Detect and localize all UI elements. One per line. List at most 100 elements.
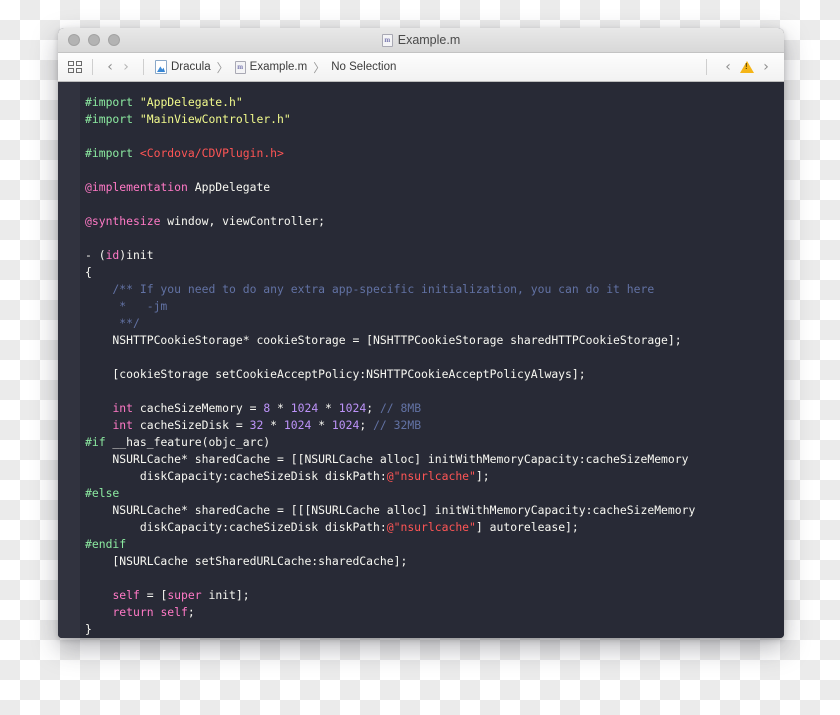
window-title: Example.m xyxy=(398,33,461,47)
code-line: @synthesize window, viewController; xyxy=(85,213,784,230)
code-token: #if xyxy=(85,435,106,449)
code-line: #import "MainViewController.h" xyxy=(85,111,784,128)
next-issue-button[interactable]: › xyxy=(758,60,774,74)
code-token: @synthesize xyxy=(85,214,160,228)
code-token: NSHTTPCookieStorage* cookieStorage = [NS… xyxy=(85,333,682,347)
code-token: - ( xyxy=(85,248,106,262)
code-line: #import "AppDelegate.h" xyxy=(85,94,784,111)
code-token: 32 xyxy=(250,418,264,432)
code-token: init]; xyxy=(202,588,250,602)
code-token: NSURLCache* sharedCache = [[[NSURLCache … xyxy=(85,503,695,517)
toolbar-divider-1 xyxy=(92,59,93,75)
toolbar-divider-2 xyxy=(143,59,144,75)
code-token xyxy=(85,401,112,415)
code-token: 1024 xyxy=(291,401,318,415)
code-token: * xyxy=(311,418,332,432)
code-token: } xyxy=(85,622,92,636)
code-token: return xyxy=(112,605,153,619)
code-line: [NSURLCache setSharedURLCache:sharedCach… xyxy=(85,553,784,570)
code-line: NSURLCache* sharedCache = [[NSURLCache a… xyxy=(85,451,784,468)
code-line xyxy=(85,230,784,247)
code-line: **/ xyxy=(85,315,784,332)
code-token: @"nsurlcache" xyxy=(387,520,476,534)
code-token: int xyxy=(112,401,133,415)
code-token: 1024 xyxy=(332,418,359,432)
breadcrumb-item-project[interactable]: Dracula xyxy=(155,60,211,74)
code-token: ; xyxy=(366,401,380,415)
code-token: #endif xyxy=(85,537,126,551)
window-titlebar[interactable]: m Example.m xyxy=(58,28,784,53)
code-token: = [ xyxy=(140,588,167,602)
code-token: { xyxy=(85,265,92,279)
code-line: diskCapacity:cacheSizeDisk diskPath:@"ns… xyxy=(85,519,784,536)
code-token: /** If you need to do any extra app-spec… xyxy=(85,282,654,296)
minimize-button[interactable] xyxy=(88,34,100,46)
code-token: "MainViewController.h" xyxy=(140,112,291,126)
code-token: @implementation xyxy=(85,180,188,194)
code-line: #else xyxy=(85,485,784,502)
code-token: self xyxy=(112,588,139,602)
code-token: ; xyxy=(359,418,373,432)
previous-issue-button[interactable]: ‹ xyxy=(720,60,736,74)
code-token: * xyxy=(318,401,339,415)
code-line: { xyxy=(85,264,784,281)
code-line xyxy=(85,349,784,366)
source-code[interactable]: #import "AppDelegate.h"#import "MainView… xyxy=(80,94,784,638)
zoom-button[interactable] xyxy=(108,34,120,46)
code-line: self = [super init]; xyxy=(85,587,784,604)
code-token: AppDelegate xyxy=(188,180,270,194)
code-token: cacheSizeMemory = xyxy=(133,401,263,415)
code-token: diskCapacity:cacheSizeDisk diskPath: xyxy=(85,469,387,483)
code-token: "AppDelegate.h" xyxy=(140,95,243,109)
code-token xyxy=(85,605,112,619)
breadcrumb: Dracula 〉 m Example.m 〉 No Selection xyxy=(155,59,396,76)
issue-navigator: ‹ › xyxy=(697,59,776,75)
breadcrumb-item-file[interactable]: m Example.m xyxy=(235,61,308,74)
code-token: #import xyxy=(85,146,133,160)
close-button[interactable] xyxy=(68,34,80,46)
breadcrumb-separator-1: 〉 xyxy=(217,59,229,76)
blue-project-icon xyxy=(155,60,167,74)
code-line xyxy=(85,128,784,145)
code-line: return self; xyxy=(85,604,784,621)
code-line: int cacheSizeMemory = 8 * 1024 * 1024; /… xyxy=(85,400,784,417)
code-token: 1024 xyxy=(339,401,366,415)
breadcrumb-label-selection: No Selection xyxy=(331,61,396,73)
code-token: [NSURLCache setSharedURLCache:sharedCach… xyxy=(85,554,407,568)
code-token: )init xyxy=(119,248,153,262)
forward-button[interactable]: › xyxy=(118,60,134,74)
editor-gutter[interactable] xyxy=(58,82,80,638)
code-token: @"nsurlcache" xyxy=(387,469,476,483)
code-token: cacheSizeDisk = xyxy=(133,418,250,432)
code-line: NSURLCache* sharedCache = [[[NSURLCache … xyxy=(85,502,784,519)
code-token xyxy=(133,95,140,109)
code-line: [cookieStorage setCookieAcceptPolicy:NSH… xyxy=(85,366,784,383)
breadcrumb-item-selection[interactable]: No Selection xyxy=(331,61,396,73)
code-line: #if __has_feature(objc_arc) xyxy=(85,434,784,451)
m-document-icon: m xyxy=(235,61,246,74)
code-token: super xyxy=(167,588,201,602)
code-token: ; xyxy=(188,605,195,619)
code-token: #else xyxy=(85,486,119,500)
code-token xyxy=(85,418,112,432)
code-token: id xyxy=(106,248,120,262)
code-token: ] autorelease]; xyxy=(476,520,579,534)
code-line xyxy=(85,196,784,213)
back-button[interactable]: ‹ xyxy=(102,60,118,74)
code-line: * -jm xyxy=(85,298,784,315)
breadcrumb-label-file: Example.m xyxy=(250,61,308,73)
code-token xyxy=(85,588,112,602)
breadcrumb-separator-2: 〉 xyxy=(313,59,325,76)
code-token: self xyxy=(160,605,187,619)
code-token: [cookieStorage setCookieAcceptPolicy:NSH… xyxy=(85,367,586,381)
code-token: <Cordova/CDVPlugin.h> xyxy=(140,146,284,160)
code-token xyxy=(133,146,140,160)
traffic-light-group xyxy=(68,34,120,46)
code-line: NSHTTPCookieStorage* cookieStorage = [NS… xyxy=(85,332,784,349)
code-line: diskCapacity:cacheSizeDisk diskPath:@"ns… xyxy=(85,468,784,485)
breadcrumb-label-project: Dracula xyxy=(171,61,211,73)
warning-triangle-icon[interactable] xyxy=(740,61,754,73)
grid-view-icon[interactable] xyxy=(66,61,83,74)
code-token: * xyxy=(270,401,291,415)
code-editor[interactable]: #import "AppDelegate.h"#import "MainView… xyxy=(58,82,784,638)
